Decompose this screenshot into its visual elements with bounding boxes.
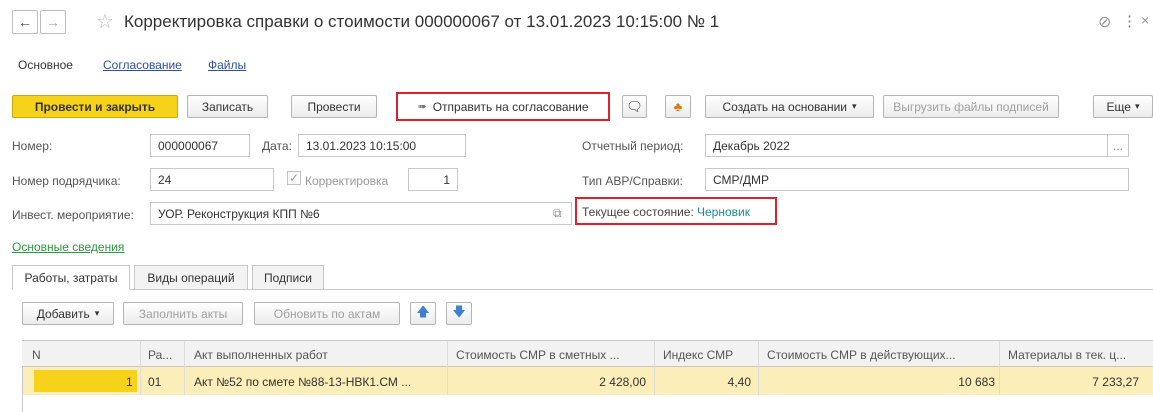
comment-button[interactable]: 🗨	[622, 95, 647, 118]
more-label: Еще	[1106, 99, 1131, 114]
header-materials[interactable]: Материалы в тек. ц...	[1008, 348, 1126, 362]
tab-operations[interactable]: Виды операций	[134, 265, 248, 290]
arrow-down-icon: 🡇	[452, 303, 466, 319]
main-info-link[interactable]: Основные сведения	[12, 240, 124, 254]
window-title: Корректировка справки о стоимости 000000…	[124, 12, 720, 31]
state-label: Текущее состояние:	[582, 205, 694, 219]
number-field[interactable]: 000000067	[150, 134, 250, 157]
cell-act: Акт №52 по смете №88-13-НВК1.СМ ...	[194, 375, 412, 389]
move-down-button[interactable]: 🡇	[446, 302, 472, 325]
state-value[interactable]: Черновик	[697, 205, 750, 219]
cell-cost-current: 10 683	[958, 375, 995, 389]
tab-works[interactable]: Работы, затраты	[12, 265, 130, 290]
period-field[interactable]: Декабрь 2022	[705, 134, 1108, 157]
more-button[interactable]: Еще ▾	[1093, 95, 1153, 118]
type-label: Тип АВР/Справки:	[582, 174, 683, 188]
arrow-up-icon: 🡅	[416, 303, 430, 319]
invest-label: Инвест. мероприятие:	[12, 208, 134, 222]
header-n[interactable]: N	[32, 348, 41, 362]
send-approval-button[interactable]: ➠ Отправить на согласование	[401, 95, 605, 118]
type-field[interactable]: СМР/ДМР	[705, 168, 1129, 191]
col-sep	[654, 340, 655, 395]
tab-files[interactable]: Файлы	[208, 58, 246, 72]
chevron-down-icon: ▾	[94, 308, 100, 318]
header-index[interactable]: Индекс СМР	[663, 348, 733, 362]
send-approval-label: Отправить на согласование	[432, 99, 589, 114]
number-label: Номер:	[12, 139, 53, 153]
fill-acts-button[interactable]: Заполнить акты	[123, 302, 243, 325]
tab-approval[interactable]: Согласование	[103, 58, 182, 72]
star-icon[interactable]: ☆	[96, 9, 114, 34]
back-button[interactable]: ←	[12, 10, 38, 34]
contractor-field[interactable]: 24	[150, 168, 274, 191]
arrow-left-icon: ←	[18, 14, 32, 30]
contractor-label: Номер подрядчика:	[12, 174, 121, 188]
header-cost-current[interactable]: Стоимость СМР в действующих...	[767, 348, 956, 362]
table-header: N Ра... Акт выполненных работ Стоимость …	[22, 340, 1153, 367]
hierarchy-icon: ♣	[673, 99, 683, 114]
header-section[interactable]: Ра...	[148, 348, 172, 362]
table-row[interactable]: 1 01 Акт №52 по смете №88-13-НВК1.СМ ...…	[23, 367, 1153, 395]
col-sep	[758, 340, 759, 395]
post-close-button[interactable]: Провести и закрыть	[12, 95, 178, 118]
correction-number-field[interactable]: 1	[408, 168, 458, 191]
chevron-down-icon: ▾	[851, 101, 857, 111]
tab-main[interactable]: Основное	[18, 58, 73, 72]
col-sep	[184, 340, 185, 395]
open-icon[interactable]: ⧉	[553, 206, 562, 221]
create-based-button[interactable]: Создать на основании ▾	[705, 95, 874, 118]
col-sep	[447, 340, 448, 395]
period-select-button[interactable]: ...	[1107, 134, 1129, 157]
structure-button[interactable]: ♣	[665, 95, 691, 118]
close-icon[interactable]: ×	[1141, 12, 1149, 28]
col-sep	[999, 340, 1000, 395]
cell-materials: 7 233,27	[1092, 375, 1139, 389]
row-number-cell[interactable]	[34, 370, 137, 392]
col-sep	[140, 340, 141, 395]
more-icon[interactable]: ⋮	[1122, 12, 1137, 30]
add-label: Добавить	[36, 306, 90, 321]
header-act[interactable]: Акт выполненных работ	[194, 348, 328, 362]
forward-button[interactable]: →	[40, 10, 66, 34]
link-icon[interactable]: ⊘	[1098, 12, 1111, 32]
tab-signatures[interactable]: Подписи	[252, 265, 324, 290]
update-acts-button[interactable]: Обновить по актам	[254, 302, 400, 325]
add-button[interactable]: Добавить ▾	[22, 302, 114, 325]
cell-cost-estimate: 2 428,00	[599, 375, 646, 389]
arrow-right-icon: →	[46, 14, 60, 30]
chevron-down-icon: ▾	[1134, 101, 1140, 111]
correction-label: Корректировка	[305, 174, 389, 188]
save-button[interactable]: Записать	[187, 95, 268, 118]
comment-icon: 🗨	[626, 98, 643, 114]
send-icon: ➠	[417, 101, 427, 113]
date-label: Дата:	[262, 139, 292, 153]
period-label: Отчетный период:	[582, 139, 684, 153]
cell-n: 1	[126, 375, 133, 389]
create-based-label: Создать на основании	[722, 99, 847, 114]
post-button[interactable]: Провести	[291, 95, 377, 118]
invest-field[interactable]: УОР. Реконструкция КПП №6	[150, 202, 572, 225]
date-field[interactable]: 13.01.2023 10:15:00	[298, 134, 466, 157]
correction-checkbox[interactable]: ✓	[287, 171, 301, 185]
cell-section: 01	[148, 375, 162, 389]
move-up-button[interactable]: 🡅	[410, 302, 436, 325]
cell-index: 4,40	[727, 375, 751, 389]
header-cost-estimate[interactable]: Стоимость СМР в сметных ...	[456, 348, 620, 362]
export-signatures-button[interactable]: Выгрузить файлы подписей	[883, 95, 1059, 118]
